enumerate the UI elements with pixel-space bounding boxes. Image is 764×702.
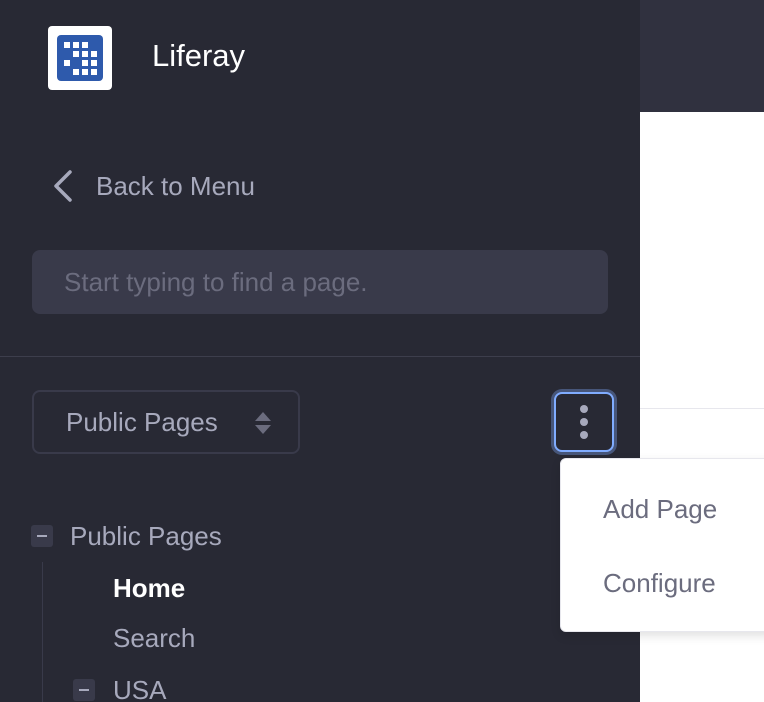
liferay-logo-icon <box>57 35 103 81</box>
pages-type-select[interactable]: Public Pages <box>32 390 300 454</box>
page-search-input[interactable] <box>32 250 608 314</box>
add-page-menu-item[interactable]: Add Page <box>603 493 717 525</box>
sort-caret-icon <box>255 412 271 434</box>
chevron-left-icon <box>54 170 72 202</box>
sidebar-divider <box>0 356 640 357</box>
ellipsis-v-icon <box>580 405 588 439</box>
tree-item-home[interactable]: Home <box>113 572 185 604</box>
page-options-dropdown: Add Page Configure <box>560 458 764 632</box>
tree-item-usa[interactable]: USA <box>113 674 166 702</box>
product-menu-sidebar: Liferay Back to Menu Public Pages <box>0 0 640 702</box>
site-name: Liferay <box>152 38 246 73</box>
configure-menu-item[interactable]: Configure <box>603 567 716 599</box>
page-options-button[interactable] <box>554 392 614 452</box>
back-to-menu-label: Back to Menu <box>96 170 255 201</box>
top-bar <box>640 0 764 112</box>
back-to-menu-link[interactable]: Back to Menu <box>50 166 255 206</box>
tree-guide-line <box>42 562 43 702</box>
tree-item-search[interactable]: Search <box>113 622 195 654</box>
site-logo[interactable] <box>48 26 112 90</box>
pages-type-select-label: Public Pages <box>66 406 218 437</box>
tree-item-public-pages[interactable]: Public Pages <box>70 520 222 552</box>
collapse-usa-icon[interactable] <box>73 679 95 701</box>
content-divider <box>640 408 764 409</box>
collapse-public-pages-icon[interactable] <box>31 525 53 547</box>
page: Liferay Back to Menu Public Pages <box>0 0 764 702</box>
